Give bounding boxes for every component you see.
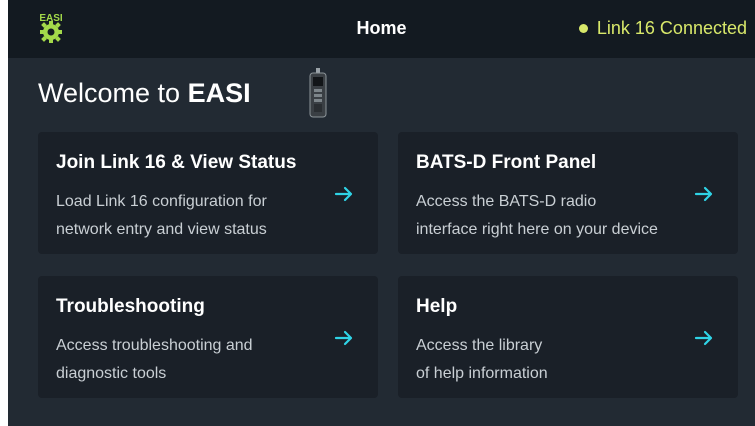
card-description: Access the BATS-D radio interface right …	[416, 188, 696, 244]
join-link16-card[interactable]: Join Link 16 & View Status Load Link 16 …	[38, 132, 378, 254]
card-desc-line: interface right here on your device	[416, 221, 658, 238]
welcome-prefix: Welcome to	[38, 78, 188, 108]
card-title: Join Link 16 & View Status	[56, 152, 297, 173]
link-status-indicator: Link 16 Connected	[578, 18, 747, 39]
arrow-right-icon[interactable]	[694, 184, 714, 204]
card-desc-line: of help information	[416, 365, 548, 382]
help-card[interactable]: Help Access the library of help informat…	[398, 276, 738, 398]
top-bar: EASI Home Link 16 Connected	[8, 0, 755, 58]
card-description: Access the library of help information	[416, 332, 696, 388]
arrow-right-icon[interactable]	[694, 328, 714, 348]
status-text: Link 16 Connected	[596, 18, 747, 38]
card-desc-line: Access troubleshooting and	[56, 337, 253, 354]
card-title: Help	[416, 296, 458, 317]
bats-d-front-panel-card[interactable]: BATS-D Front Panel Access the BATS-D rad…	[398, 132, 738, 254]
card-description: Access troubleshooting and diagnostic to…	[56, 332, 336, 388]
card-desc-line: Load Link 16 configuration for	[56, 193, 267, 210]
card-desc-line: Access the BATS-D radio	[416, 193, 597, 210]
troubleshooting-card[interactable]: Troubleshooting Access troubleshooting a…	[38, 276, 378, 398]
app-screen: EASI Home Link 16 Connected Welcome to E…	[8, 0, 755, 426]
card-description: Load Link 16 configuration for network e…	[56, 188, 336, 244]
card-title: BATS-D Front Panel	[416, 152, 597, 173]
welcome-heading: Welcome to EASI	[38, 78, 251, 109]
handheld-radio-icon	[309, 68, 327, 118]
arrow-right-icon[interactable]	[334, 328, 354, 348]
card-title: Troubleshooting	[56, 296, 205, 317]
card-desc-line: diagnostic tools	[56, 365, 167, 382]
arrow-right-icon[interactable]	[334, 184, 354, 204]
status-dot-icon	[578, 24, 588, 33]
card-desc-line: Access the library	[416, 337, 543, 354]
welcome-brand: EASI	[187, 78, 251, 108]
card-desc-line: network entry and view status	[56, 221, 267, 238]
